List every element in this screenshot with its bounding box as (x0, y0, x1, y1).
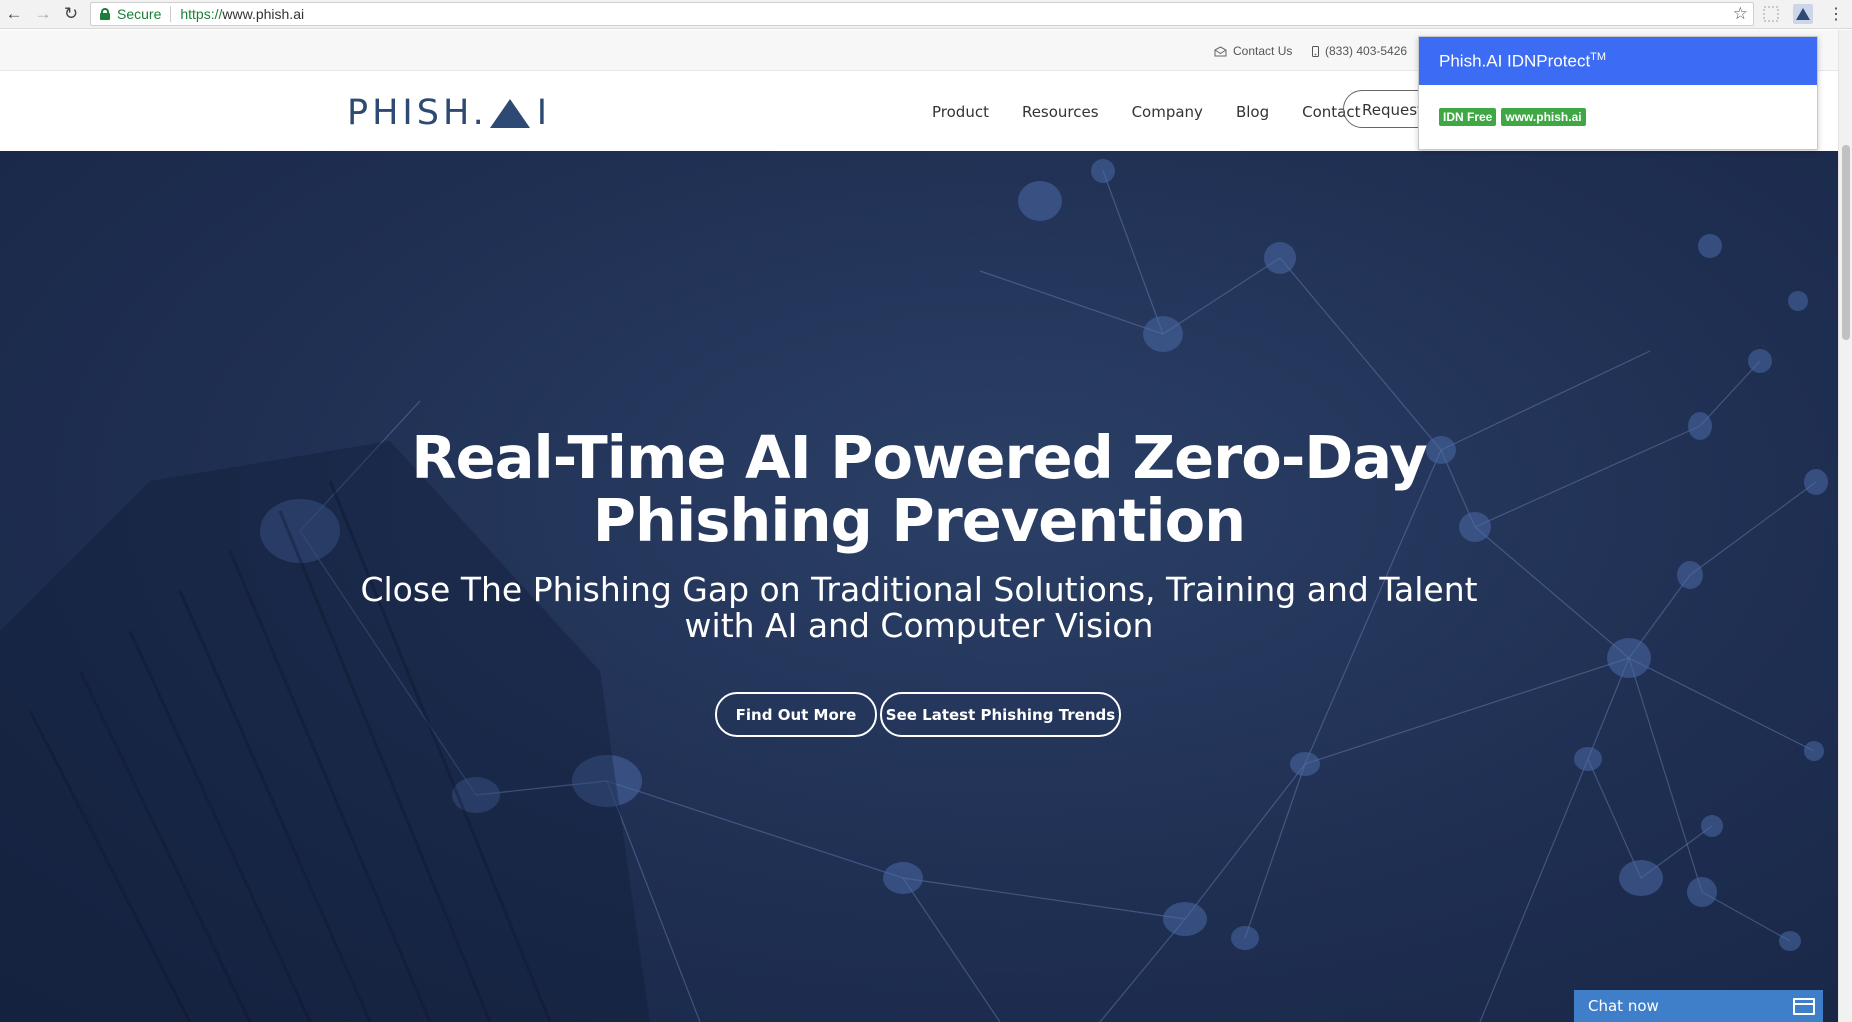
address-bar[interactable]: Secure https://www.phish.ai ☆ (90, 2, 1754, 26)
domain-badge: www.phish.ai (1501, 108, 1586, 126)
page-scrollbar[interactable] (1838, 30, 1852, 1022)
popup-title: Phish.AI IDNProtect (1439, 51, 1591, 71)
logo-text-left: PHISH. (347, 93, 488, 133)
main-nav: Product Resources Company Blog Contact (932, 103, 1393, 121)
lock-icon (100, 8, 110, 20)
forward-icon[interactable]: → (33, 4, 53, 24)
envelope-icon (1214, 45, 1227, 56)
hero-section: Real-Time AI Powered Zero-Day Phishing P… (0, 151, 1838, 1022)
phone-number: (833) 403-5426 (1325, 44, 1408, 58)
phone-icon (1312, 45, 1319, 57)
url-host: www.phish.ai (222, 6, 305, 22)
extension-icon[interactable] (1761, 4, 1781, 24)
hero-title-line1: Real-Time AI Powered Zero-Day (411, 423, 1427, 492)
hero-title-line2: Phishing Prevention (592, 486, 1246, 555)
chat-now-label: Chat now (1588, 997, 1659, 1015)
phishai-logo[interactable]: PHISH. I (347, 93, 551, 133)
back-icon[interactable]: ← (4, 4, 24, 24)
idnprotect-popup: Phish.AI IDNProtectTM IDN Free www.phish… (1418, 36, 1818, 150)
logo-triangle-icon (489, 98, 530, 128)
contact-us-link[interactable]: Contact Us (1214, 44, 1292, 58)
popup-header: Phish.AI IDNProtectTM (1419, 37, 1817, 85)
logo-text-right: I (536, 93, 552, 133)
web-page: Contact Us (833) 403-5426 PHISH. I Produ… (0, 30, 1838, 1022)
contact-us-label: Contact Us (1233, 44, 1293, 58)
nav-blog[interactable]: Blog (1236, 103, 1269, 121)
hero-subtitle: Close The Phishing Gap on Traditional So… (0, 572, 1838, 644)
reload-icon[interactable]: ↻ (61, 4, 81, 24)
chat-now-widget[interactable]: Chat now (1574, 990, 1823, 1022)
url-divider (170, 6, 172, 22)
url-scheme: https:// (180, 6, 223, 22)
browser-toolbar: ← → ↻ Secure https://www.phish.ai ☆ ⋮ (0, 0, 1852, 29)
hero-subtitle-line1: Close The Phishing Gap on Traditional So… (360, 570, 1478, 609)
url-text: https://www.phish.ai (180, 6, 304, 22)
phishai-extension-icon[interactable] (1793, 4, 1813, 24)
menu-icon[interactable]: ⋮ (1826, 4, 1846, 24)
find-out-more-button[interactable]: Find Out More (715, 692, 877, 737)
phishing-trends-button[interactable]: See Latest Phishing Trends (880, 692, 1121, 737)
phone-link[interactable]: (833) 403-5426 (1312, 44, 1407, 58)
scrollbar-thumb[interactable] (1842, 145, 1850, 340)
popup-badges: IDN Free www.phish.ai (1439, 108, 1586, 126)
secure-label: Secure (117, 6, 162, 22)
hero-title: Real-Time AI Powered Zero-Day Phishing P… (0, 426, 1838, 552)
nav-company[interactable]: Company (1132, 103, 1203, 121)
idn-free-badge: IDN Free (1439, 108, 1497, 126)
star-icon[interactable]: ☆ (1733, 4, 1748, 24)
nav-resources[interactable]: Resources (1022, 103, 1099, 121)
trademark-sup: TM (1590, 51, 1607, 63)
chat-window-icon[interactable] (1793, 998, 1815, 1015)
hero-subtitle-line2: with AI and Computer Vision (684, 606, 1154, 645)
nav-product[interactable]: Product (932, 103, 989, 121)
